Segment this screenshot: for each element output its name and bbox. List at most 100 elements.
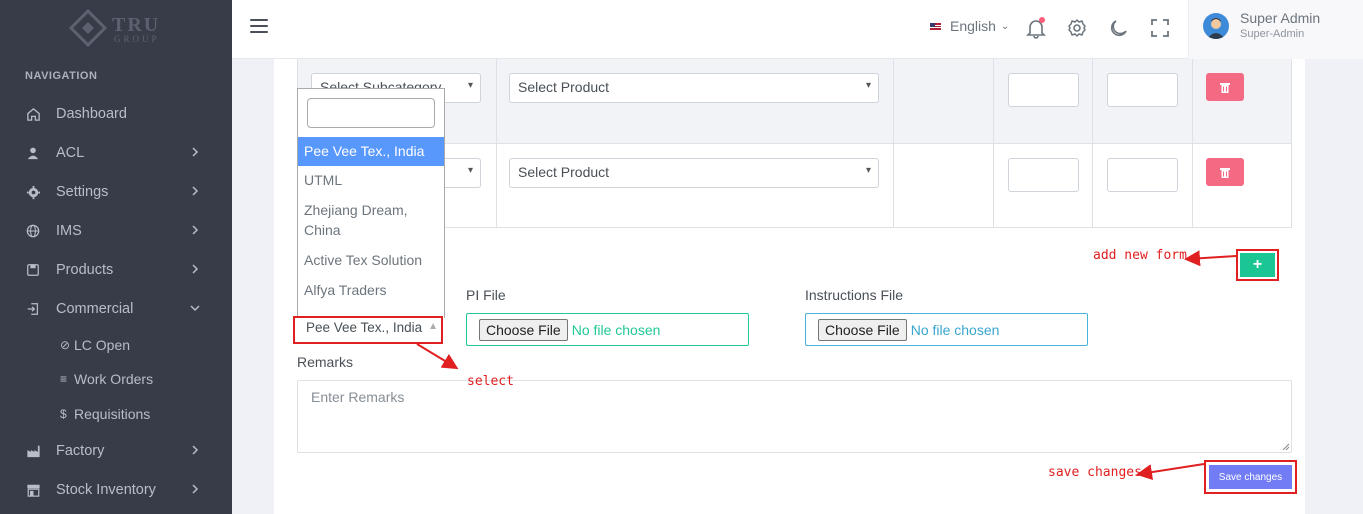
us-flag-icon (930, 22, 941, 30)
sidebar-item-label: Stock Inventory (56, 482, 156, 498)
logo-mark-icon (68, 8, 108, 48)
dropdown-search-input[interactable] (307, 98, 435, 128)
sidebar-item-label: Settings (56, 184, 109, 200)
sidebar-item-label: Factory (56, 443, 105, 459)
product-select[interactable]: Select Product (509, 73, 879, 103)
factory-icon (25, 443, 41, 459)
settings-gear-icon[interactable] (1066, 17, 1088, 39)
caret-up-icon: ▲ (428, 321, 438, 332)
choose-file-button[interactable]: Choose File (479, 318, 568, 341)
save-changes-button[interactable]: Save changes (1204, 460, 1297, 494)
sidebar-item-settings[interactable]: Settings (0, 174, 232, 210)
nav-section-title: NAVIGATION (25, 70, 98, 82)
sidebar-item-acl[interactable]: ACL (0, 135, 232, 171)
sidebar-item-commercial[interactable]: Commercial (0, 291, 232, 327)
annotation-add-new-form: add new form (1093, 248, 1187, 263)
trash-icon (1220, 82, 1230, 93)
column-divider (1092, 59, 1093, 228)
choose-file-button[interactable]: Choose File (818, 318, 907, 341)
supplier-selected-value: Pee Vee Tex., India (306, 320, 423, 335)
subcategory-select[interactable] (440, 158, 481, 188)
trash-icon (1220, 167, 1230, 178)
dropdown-option[interactable]: Active Tex Solution (298, 250, 444, 270)
sidebar-item-label: Products (56, 262, 114, 278)
moon-icon[interactable] (1108, 17, 1130, 39)
menu-toggle-icon[interactable] (250, 19, 268, 35)
fullscreen-icon[interactable] (1149, 17, 1171, 39)
dollar-icon: $ (60, 407, 67, 421)
remarks-textarea[interactable]: Enter Remarks (297, 380, 1292, 453)
annotation-save-changes: save changes (1048, 465, 1142, 480)
paperclip-icon: ⊘ (60, 338, 71, 352)
add-form-label: + (1240, 253, 1275, 277)
remarks-label: Remarks (297, 354, 354, 370)
globe-icon (25, 223, 41, 239)
bell-icon[interactable] (1025, 17, 1047, 39)
sidebar-subitem-work-orders[interactable]: ≡ Work Orders (60, 364, 153, 394)
sidebar-subitem-lc-open[interactable]: ⊘ LC Open (60, 330, 130, 360)
sidebar-item-label: Commercial (56, 301, 134, 317)
chevron-right-icon (192, 186, 199, 196)
sidebar-subitem-label: LC Open (74, 337, 131, 353)
annotation-select: select (467, 374, 514, 389)
pi-file-label: PI File (466, 287, 506, 303)
supplier-dropdown[interactable]: Pee Vee Tex., India UTML Zhejiang Dream,… (297, 88, 445, 318)
sidebar-item-products[interactable]: Products (0, 252, 232, 288)
quantity-input[interactable] (1008, 73, 1079, 107)
sidebar-item-label: IMS (56, 223, 82, 239)
dropdown-option[interactable]: Pee Vee Tex., India (298, 137, 444, 166)
delete-row-button[interactable] (1206, 73, 1244, 101)
chevron-right-icon (192, 147, 199, 157)
product-select[interactable]: Select Product (509, 158, 879, 188)
column-divider (993, 59, 994, 228)
store-icon (25, 482, 41, 498)
add-form-button[interactable]: + (1236, 249, 1279, 281)
chevron-right-icon (192, 445, 199, 455)
brand-logo[interactable]: TRU GROUP (68, 8, 168, 48)
chevron-right-icon (192, 484, 199, 494)
column-divider (893, 59, 894, 228)
topbar: English ⌄ Super Admin Super-Admin (232, 0, 1363, 59)
box-icon (25, 262, 41, 278)
sidebar-subitem-requisitions[interactable]: $ Requisitions (60, 399, 150, 429)
gear-icon (25, 184, 41, 200)
dropdown-option[interactable]: China (298, 220, 444, 240)
price-input[interactable] (1107, 158, 1178, 192)
sidebar-item-stock-inventory[interactable]: Stock Inventory (0, 472, 232, 508)
language-selector[interactable]: English ⌄ (930, 18, 1009, 34)
column-divider (1192, 59, 1193, 228)
instructions-file-label: Instructions File (805, 287, 904, 303)
resize-handle-icon[interactable] (1282, 443, 1290, 451)
save-changes-label: Save changes (1209, 465, 1292, 489)
file-status: No file chosen (571, 321, 661, 338)
quantity-input[interactable] (1008, 158, 1079, 192)
chevron-down-icon (190, 305, 200, 312)
sidebar-item-dashboard[interactable]: Dashboard (0, 96, 232, 132)
dropdown-option[interactable]: Zhejiang Dream, (298, 200, 444, 220)
instructions-file-input[interactable]: Choose File No file chosen (805, 313, 1088, 346)
chevron-down-icon: ⌄ (1000, 20, 1010, 32)
sidebar-item-label: ACL (56, 145, 85, 161)
sign-in-icon (25, 301, 41, 317)
pi-file-input[interactable]: Choose File No file chosen (466, 313, 749, 346)
supplier-select[interactable]: Pee Vee Tex., India ▲ (293, 316, 443, 344)
sidebar-item-label: Dashboard (56, 106, 127, 122)
user-name: Super Admin (1240, 10, 1321, 26)
dropdown-option[interactable]: Alfya Traders (298, 280, 444, 300)
sidebar-subitem-label: Work Orders (74, 371, 154, 387)
delete-row-button[interactable] (1206, 158, 1244, 186)
dropdown-option[interactable]: UTML (298, 170, 444, 190)
logo-subtext: GROUP (114, 34, 160, 44)
avatar (1203, 13, 1229, 39)
chevron-right-icon (192, 225, 199, 235)
price-input[interactable] (1107, 73, 1178, 107)
lines-icon: ≡ (60, 372, 68, 386)
sidebar-item-factory[interactable]: Factory (0, 433, 232, 469)
file-status: No file chosen (910, 321, 1000, 338)
sidebar-subitem-label: Requisitions (74, 406, 151, 422)
remarks-placeholder: Enter Remarks (311, 389, 405, 405)
sidebar: TRU GROUP NAVIGATION Dashboard ACL Setti… (0, 0, 232, 514)
sidebar-item-ims[interactable]: IMS (0, 213, 232, 249)
home-icon (25, 106, 41, 122)
user-profile[interactable]: Super Admin Super-Admin (1188, 0, 1363, 59)
